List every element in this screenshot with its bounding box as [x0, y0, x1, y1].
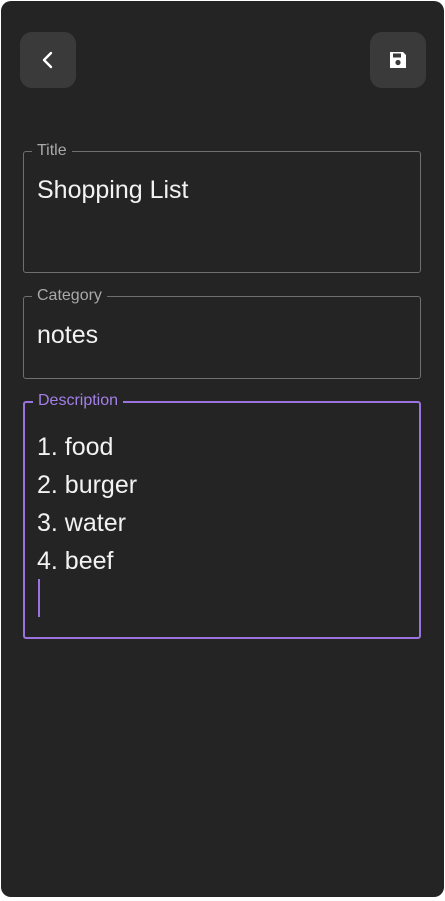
chevron-left-icon: [38, 50, 58, 70]
title-field-value[interactable]: Shopping List: [37, 175, 189, 205]
description-field[interactable]: Description 1. food 2. burger 3. water 4…: [23, 391, 421, 639]
description-field-label: Description: [33, 391, 124, 411]
floppy-disk-icon: [388, 50, 408, 70]
title-field-label: Title: [32, 141, 72, 161]
back-button[interactable]: [20, 32, 76, 88]
category-field-value[interactable]: notes: [37, 320, 98, 350]
description-line: 4. beef: [37, 547, 114, 575]
category-field-label: Category: [32, 286, 107, 306]
description-line: 3. water: [37, 509, 126, 537]
save-button[interactable]: [370, 32, 426, 88]
description-line: 1. food: [37, 433, 114, 461]
note-edit-screen: Title Shopping List Category notes Descr…: [1, 1, 444, 897]
title-field[interactable]: Title Shopping List: [23, 141, 421, 273]
description-line: 2. burger: [37, 471, 138, 499]
text-cursor: [38, 579, 40, 617]
description-text[interactable]: 1. food 2. burger 3. water 4. beef: [37, 428, 137, 580]
category-field[interactable]: Category notes: [23, 286, 421, 379]
